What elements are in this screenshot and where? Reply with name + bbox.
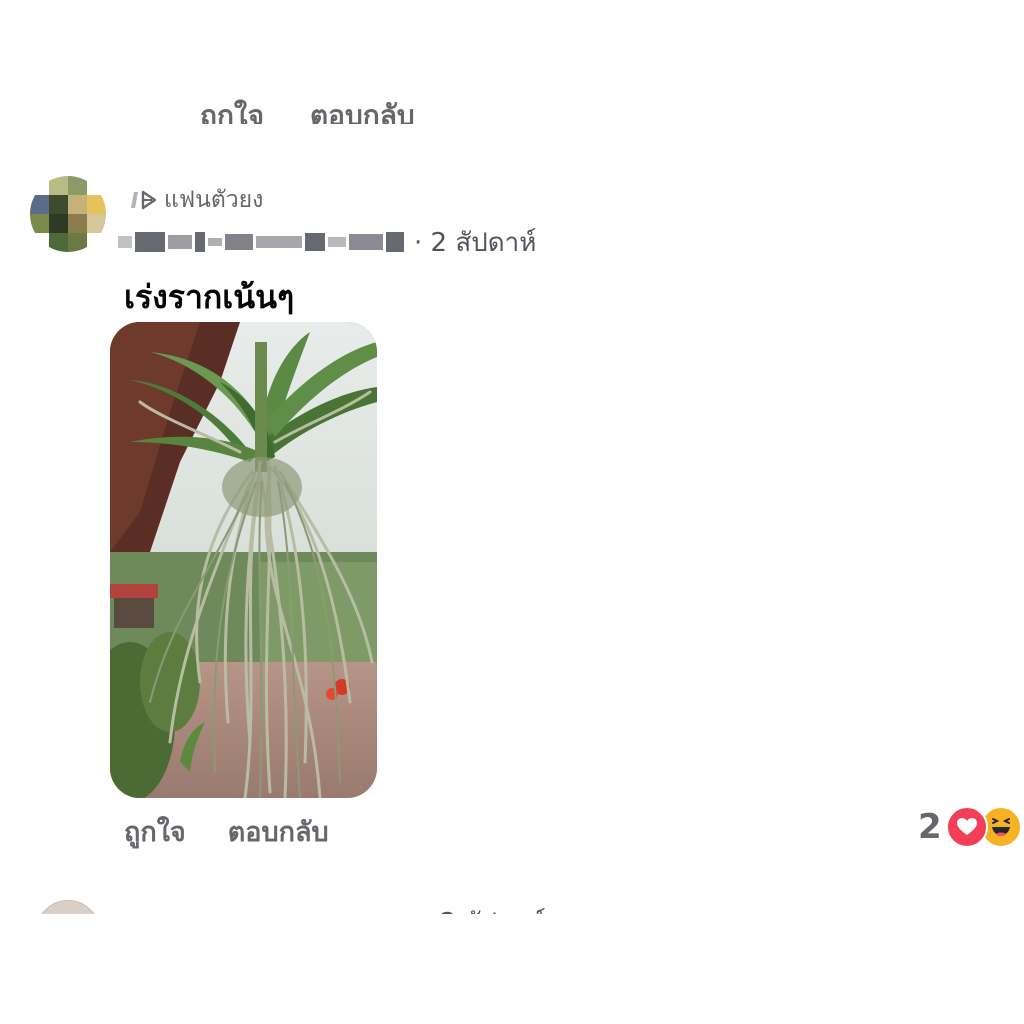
previous-like-button[interactable]: ถูกใจ <box>200 94 264 124</box>
reaction-count: 2 <box>918 807 942 847</box>
next-commenter-avatar[interactable] <box>36 900 100 914</box>
comment-actions: ถูกใจ ตอบกลับ <box>124 810 329 853</box>
previous-comment-actions: ถูกใจ ตอบกลับ <box>0 88 1024 124</box>
commenter-avatar[interactable] <box>30 176 106 252</box>
previous-reply-button[interactable]: ตอบกลับ <box>310 94 415 124</box>
comment-photo[interactable] <box>110 322 377 798</box>
next-comment: 2 สัปดาห์ <box>0 896 1024 914</box>
fan-badge-icon <box>128 188 158 212</box>
comment-timestamp[interactable]: · 2 สัปดาห์ <box>414 222 536 263</box>
comment-header: · 2 สัปดาห์ <box>118 222 536 262</box>
love-reaction-icon <box>945 806 988 848</box>
reply-button[interactable]: ตอบกลับ <box>228 810 329 853</box>
like-button[interactable]: ถูกใจ <box>124 810 186 853</box>
fan-badge: แฟนตัวยง <box>128 182 263 218</box>
next-comment-timestamp[interactable]: 2 สัปดาห์ <box>440 902 546 914</box>
comment-text: เร่งรากเน้นๆ <box>124 278 295 316</box>
reaction-summary[interactable]: 2 <box>918 806 1022 848</box>
commenter-name-redacted[interactable] <box>118 229 404 255</box>
fan-badge-label: แฟนตัวยง <box>164 187 264 213</box>
